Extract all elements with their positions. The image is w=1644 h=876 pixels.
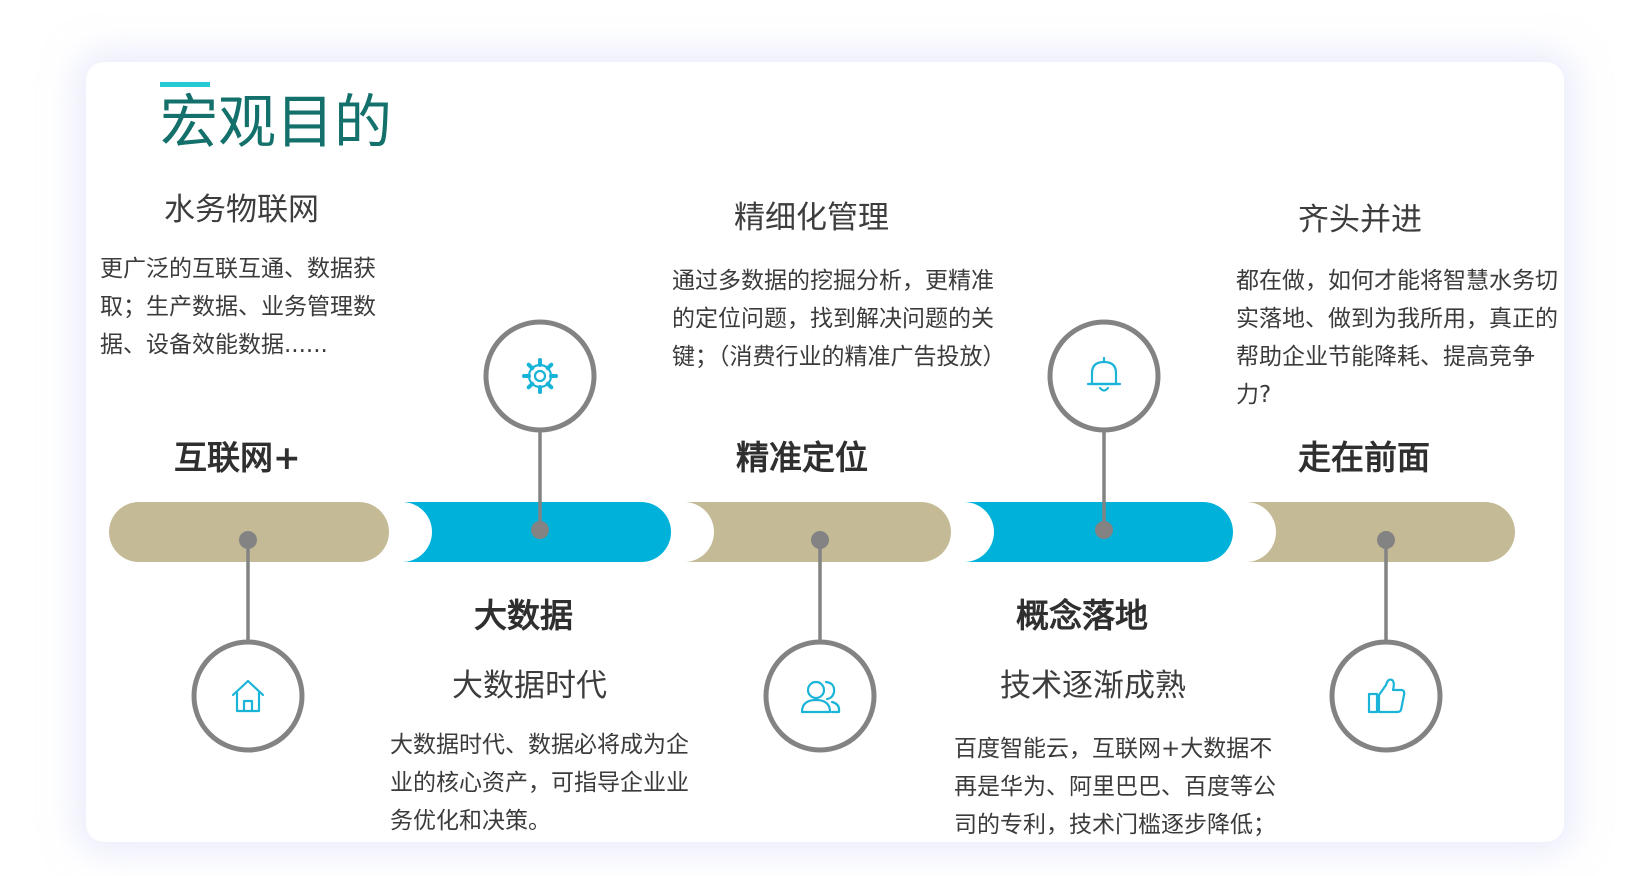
stage-1-description: 更广泛的互联互通、数据获取；生产数据、业务管理数据、设备效能数据...... <box>100 256 376 358</box>
stage-2-dot <box>531 521 549 539</box>
stage-5-heading: 走在前面 <box>1298 438 1430 477</box>
stage-1-dot <box>239 531 257 549</box>
stage-2-description: 大数据时代、数据必将成为企业的核心资产，可指导企业业务优化和决策。 <box>390 732 689 834</box>
stage-1-icon-ring <box>191 639 305 753</box>
stage-5-subtitle: 齐头并进 <box>1298 202 1422 238</box>
stage-3-description: 通过多数据的挖掘分析，更精准的定位问题，找到解决问题的关键；（消费行业的精准广告… <box>672 268 1006 370</box>
stage-5-icon-ring <box>1329 639 1443 753</box>
stage-3-subtitle: 精细化管理 <box>734 200 889 236</box>
stage-4-icon-ring <box>1047 319 1161 433</box>
stage-4-description: 百度智能云，互联网+大数据不再是华为、阿里巴巴、百度等公司的专利，技术门槛逐步降… <box>954 736 1276 838</box>
stage-5-description: 都在做，如何才能将智慧水务切实落地、做到为我所用，真正的帮助企业节能降耗、提高竞… <box>1236 268 1558 408</box>
stage-4-subtitle: 技术逐渐成熟 <box>1000 668 1186 704</box>
stage-3-dot <box>811 531 829 549</box>
stage-2-heading: 大数据 <box>474 596 573 635</box>
stage-1-subtitle: 水务物联网 <box>164 192 319 228</box>
stage-2-icon-ring <box>483 319 597 433</box>
stage-2-subtitle: 大数据时代 <box>452 668 607 704</box>
stage-4-heading: 概念落地 <box>1016 596 1148 635</box>
stage-1-heading: 互联网+ <box>174 438 301 477</box>
stage-5-bar <box>1246 502 1515 562</box>
stage-4-dot <box>1095 521 1113 539</box>
stage-5-dot <box>1377 531 1395 549</box>
stage-3-heading: 精准定位 <box>736 438 868 477</box>
